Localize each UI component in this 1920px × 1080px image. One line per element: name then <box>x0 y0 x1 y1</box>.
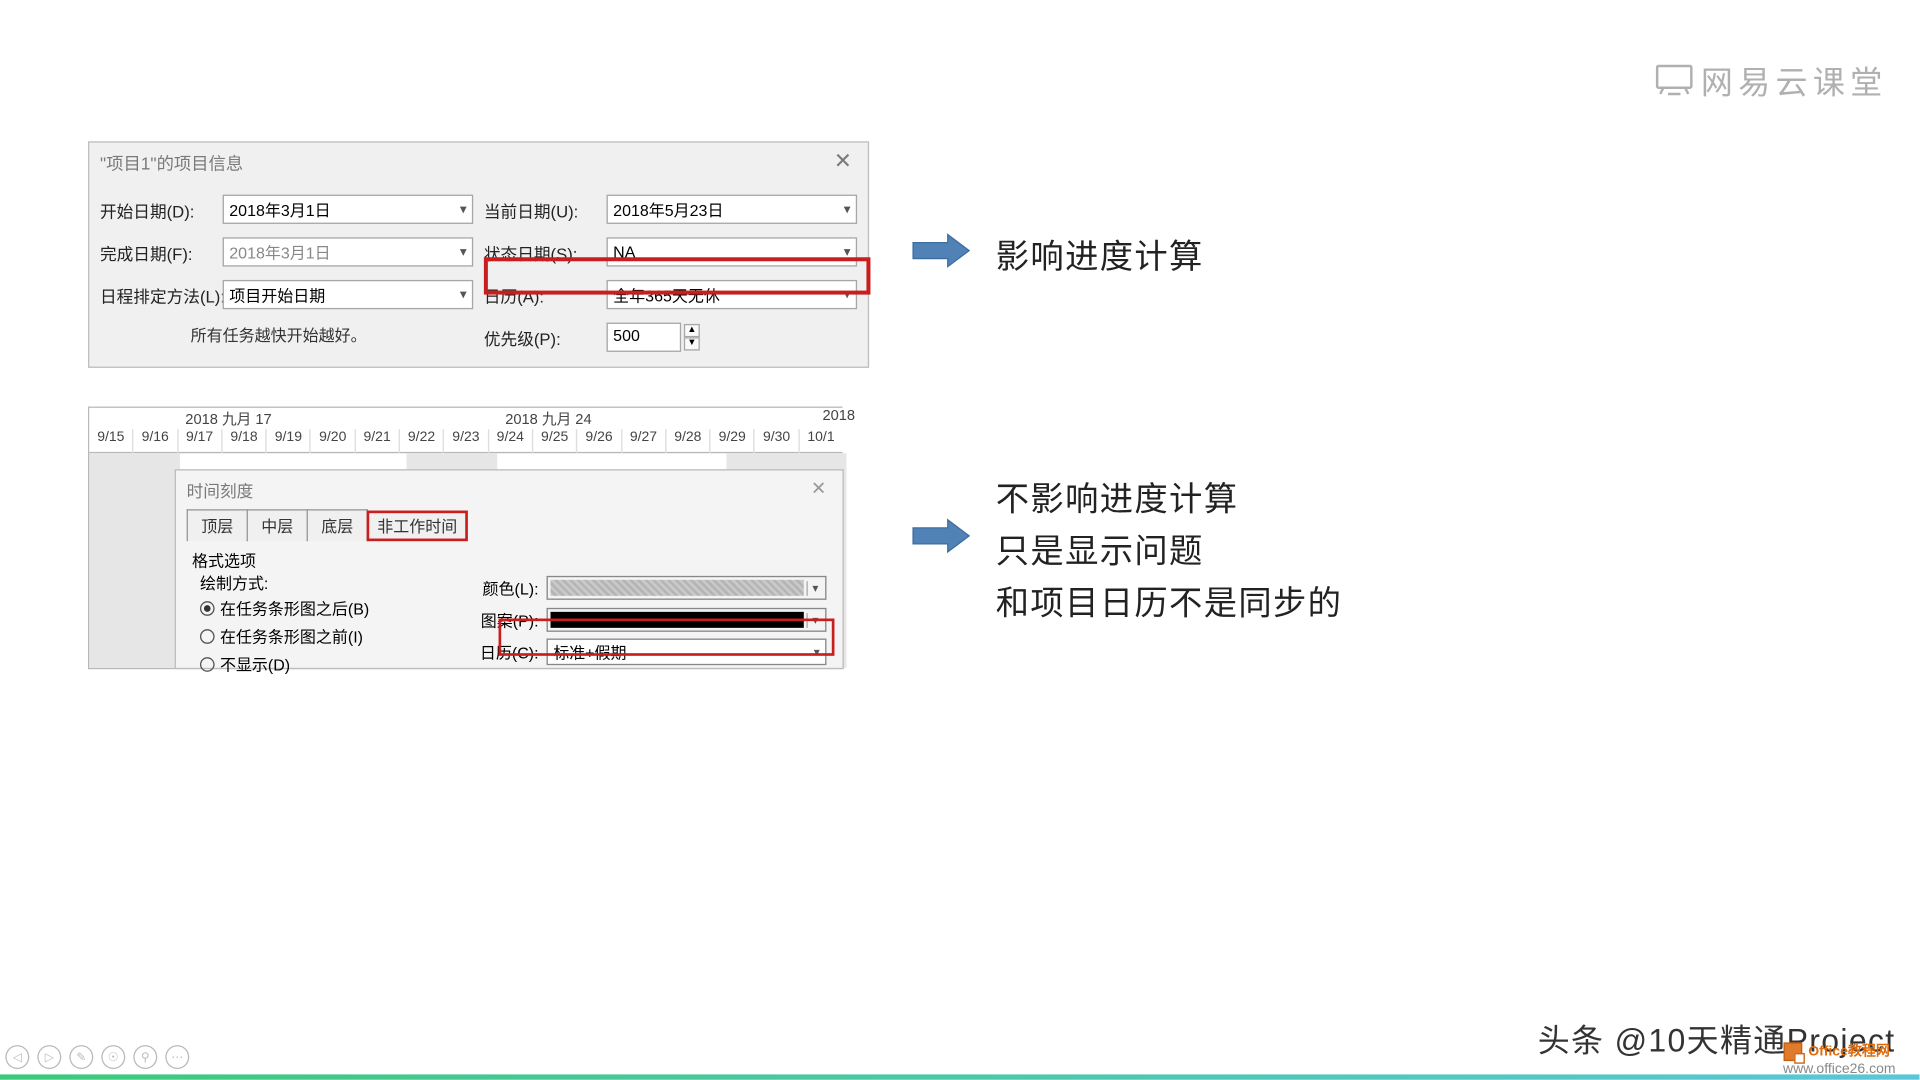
chevron-down-icon: ▾ <box>460 287 467 302</box>
draw-label: 绘制方式: <box>192 572 445 595</box>
day-cell: 9/30 <box>754 429 798 453</box>
start-date-label: 开始日期(D): <box>100 197 215 222</box>
close-icon[interactable]: ✕ <box>805 477 831 502</box>
annotation-1: 影响进度计算 <box>996 232 1204 284</box>
footer-bar <box>0 1074 1920 1079</box>
day-cell: 9/23 <box>443 429 487 453</box>
current-date-label: 当前日期(U): <box>484 197 599 222</box>
annotation-2-line1: 不影响进度计算 <box>996 475 1343 527</box>
chevron-down-icon: ▾ <box>807 581 822 596</box>
nonworking-shade <box>89 453 180 668</box>
pattern-combo[interactable]: ▾ <box>547 608 827 632</box>
zoom-icon[interactable]: ⚲ <box>133 1045 157 1069</box>
arrow-icon <box>910 232 971 269</box>
day-cell: 9/26 <box>576 429 620 453</box>
day-cell: 9/21 <box>354 429 398 453</box>
radio-none[interactable]: 不显示(D) <box>200 651 445 679</box>
day-cell: 9/16 <box>132 429 176 453</box>
day-cell: 10/1 <box>798 429 842 453</box>
pattern-label: 图案(P): <box>467 609 539 632</box>
chevron-down-icon: ▾ <box>814 645 820 660</box>
tab-top[interactable]: 顶层 <box>187 509 248 541</box>
radio-front[interactable]: 在任务条形图之前(I) <box>200 623 445 651</box>
project-info-dialog: "项目1"的项目信息 ✕ 开始日期(D): 2018年3月1日▾ 完成日期(F)… <box>88 141 869 368</box>
timescale-dialog: 时间刻度 ✕ 顶层 中层 底层 非工作时间 格式选项 绘制方式: 在任务条形图之… <box>175 469 844 669</box>
calendar-label-2: 日历(C): <box>467 641 539 664</box>
current-date-combo[interactable]: 2018年5月23日▾ <box>607 195 858 224</box>
annotation-2-line2: 只是显示问题 <box>996 526 1343 578</box>
day-cell: 9/22 <box>399 429 443 453</box>
day-cell: 9/24 <box>487 429 531 453</box>
dialog-title: "项目1"的项目信息 <box>100 149 243 174</box>
radio-behind[interactable]: 在任务条形图之后(B) <box>200 595 445 623</box>
chevron-down-icon: ▾ <box>844 245 851 260</box>
pointer-icon[interactable]: ☉ <box>101 1045 125 1069</box>
day-cell: 9/17 <box>177 429 221 453</box>
close-icon[interactable]: ✕ <box>829 148 858 175</box>
calendar-combo-2[interactable]: 标准+假期▾ <box>547 639 827 666</box>
day-cell: 9/25 <box>532 429 576 453</box>
arrow-icon <box>910 517 971 554</box>
annotation-2-line3: 和项目日历不是同步的 <box>996 578 1343 630</box>
schedule-from-label: 日程排定方法(L): <box>100 282 215 307</box>
schedule-from-combo[interactable]: 项目开始日期▾ <box>223 280 474 309</box>
section-label: 格式选项 <box>176 541 843 572</box>
week-label: 2018 九月 17 <box>185 408 271 429</box>
color-label: 颜色(L): <box>467 577 539 600</box>
day-cell: 9/18 <box>221 429 265 453</box>
week-label: 2018 <box>822 408 855 424</box>
prev-icon[interactable]: ◁ <box>5 1045 29 1069</box>
finish-date-label: 完成日期(F): <box>100 239 215 264</box>
tab-middle[interactable]: 中层 <box>247 509 308 541</box>
week-label: 2018 九月 24 <box>505 408 591 429</box>
priority-input[interactable]: 500 <box>607 323 682 352</box>
chevron-down-icon: ▾ <box>460 202 467 217</box>
classroom-icon <box>1656 63 1693 95</box>
priority-spinner[interactable]: ▲▼ <box>684 324 700 351</box>
chevron-down-icon: ▾ <box>460 245 467 260</box>
chevron-down-icon: ▾ <box>844 287 851 302</box>
start-date-combo[interactable]: 2018年3月1日▾ <box>223 195 474 224</box>
watermark-text: 网易云课堂 <box>1701 56 1888 103</box>
day-cell: 9/27 <box>621 429 665 453</box>
player-controls: ◁ ▷ ✎ ☉ ⚲ ⋯ <box>5 1045 189 1069</box>
footer-logo: Office教程网 www.office26.com <box>1783 1041 1896 1077</box>
day-cell: 9/29 <box>709 429 753 453</box>
day-cell: 9/19 <box>266 429 310 453</box>
dialog-title: 时间刻度 <box>187 477 254 502</box>
calendar-combo[interactable]: 全年365天无休▾ <box>607 280 858 309</box>
day-labels: 9/159/169/179/189/199/209/219/229/239/24… <box>89 429 842 453</box>
status-date-label: 状态日期(S): <box>484 239 599 264</box>
tab-nonworking-time[interactable]: 非工作时间 <box>367 511 468 542</box>
color-combo[interactable]: ▾ <box>547 576 827 600</box>
calendar-label: 日历(A): <box>484 282 599 307</box>
day-cell: 9/15 <box>89 429 132 453</box>
day-cell: 9/20 <box>310 429 354 453</box>
pen-icon[interactable]: ✎ <box>69 1045 93 1069</box>
schedule-note: 所有任务越快开始越好。 <box>191 324 474 347</box>
tab-bottom[interactable]: 底层 <box>307 509 368 541</box>
next-icon[interactable]: ▷ <box>37 1045 61 1069</box>
watermark-top: 网易云课堂 <box>1656 56 1888 103</box>
office-icon <box>1783 1042 1802 1061</box>
chevron-down-icon: ▾ <box>807 613 822 628</box>
chevron-down-icon: ▾ <box>844 202 851 217</box>
day-cell: 9/28 <box>665 429 709 453</box>
finish-date-combo: 2018年3月1日▾ <box>223 237 474 266</box>
more-icon[interactable]: ⋯ <box>165 1045 189 1069</box>
priority-label: 优先级(P): <box>484 325 599 350</box>
status-date-combo[interactable]: NA▾ <box>607 237 858 266</box>
